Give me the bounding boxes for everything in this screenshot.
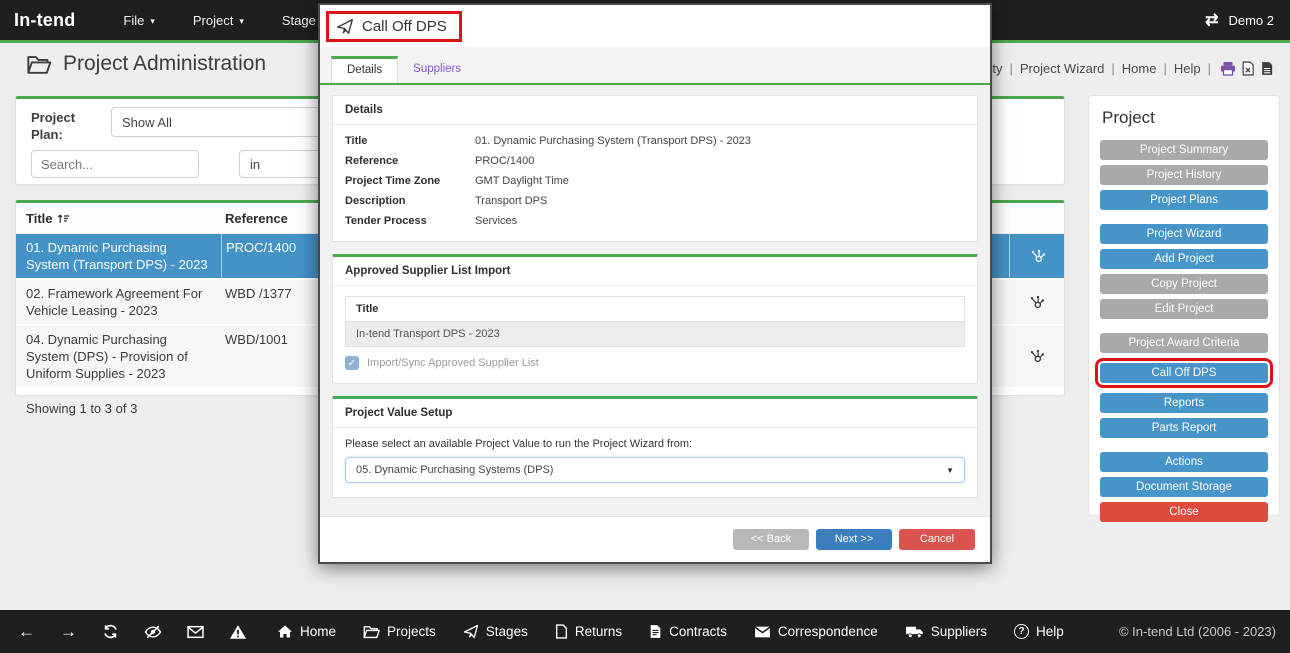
- folder-open-icon: [26, 53, 52, 75]
- help-icon: ?: [1014, 624, 1029, 639]
- contract-document-icon: [649, 624, 662, 639]
- mail-icon: [754, 625, 771, 639]
- supplier-network-icon[interactable]: [1029, 295, 1044, 310]
- call-off-dps-button[interactable]: Call Off DPS: [1100, 363, 1268, 383]
- details-section: Details Title 01. Dynamic Purchasing Sys…: [332, 95, 978, 242]
- nav-correspondence[interactable]: Correspondence: [754, 624, 878, 639]
- import-sync-option: ✓ Import/Sync Approved Supplier List: [345, 356, 965, 370]
- folder-open-icon: [363, 624, 380, 639]
- copyright-text: © In-tend Ltd (2006 - 2023): [1119, 624, 1276, 639]
- project-actions-panel: Project Project Summary Project History …: [1088, 95, 1280, 516]
- approved-supplier-list-section: Approved Supplier List Import Title In-t…: [332, 254, 978, 384]
- call-off-dps-dialog: Call Off DPS Details Suppliers Details T…: [318, 3, 992, 564]
- import-sync-label: Import/Sync Approved Supplier List: [367, 357, 539, 369]
- link-home[interactable]: Home: [1122, 61, 1157, 76]
- mail-icon[interactable]: [187, 625, 204, 639]
- field-reference: Reference PROC/1400: [345, 151, 965, 171]
- edit-project-button[interactable]: Edit Project: [1100, 299, 1268, 319]
- search-input[interactable]: [31, 150, 199, 178]
- truck-icon: [905, 624, 924, 639]
- project-wizard-button[interactable]: Project Wizard: [1100, 224, 1268, 244]
- back-button[interactable]: << Back: [733, 529, 809, 550]
- dialog-header: Call Off DPS: [320, 5, 990, 47]
- column-reference[interactable]: Reference: [221, 211, 321, 226]
- print-icon[interactable]: [1220, 61, 1236, 76]
- home-icon: [277, 624, 293, 639]
- project-plan-label: Project Plan:: [31, 109, 101, 143]
- nav-home[interactable]: Home: [277, 624, 336, 639]
- actions-button[interactable]: Actions: [1100, 452, 1268, 472]
- export-document-icon[interactable]: [1260, 61, 1274, 76]
- close-button[interactable]: Close: [1100, 502, 1268, 522]
- chevron-down-icon: ▾: [150, 16, 155, 27]
- field-title: Title 01. Dynamic Purchasing System (Tra…: [345, 131, 965, 151]
- nav-contracts[interactable]: Contracts: [649, 624, 727, 639]
- field-description: Description Transport DPS: [345, 191, 965, 211]
- asl-section-header: Approved Supplier List Import: [333, 257, 977, 286]
- copy-project-button[interactable]: Copy Project: [1100, 274, 1268, 294]
- nav-projects[interactable]: Projects: [363, 624, 436, 639]
- project-value-select[interactable]: 05. Dynamic Purchasing Systems (DPS) ▼: [345, 457, 965, 483]
- document-storage-button[interactable]: Document Storage: [1100, 477, 1268, 497]
- forward-icon[interactable]: →: [60, 623, 77, 640]
- application-window: In-tend File ▾ Project ▾ Stage ▾ Contrac…: [0, 0, 1290, 653]
- pvs-section-header: Project Value Setup: [333, 399, 977, 428]
- project-summary-button[interactable]: Project Summary: [1100, 140, 1268, 160]
- column-title[interactable]: Title: [16, 211, 221, 226]
- nav-returns[interactable]: Returns: [555, 624, 622, 639]
- supplier-network-icon[interactable]: [1030, 249, 1045, 264]
- details-section-header: Details: [333, 96, 977, 125]
- chevron-down-icon: ▾: [239, 16, 244, 27]
- supplier-network-icon[interactable]: [1029, 349, 1044, 364]
- asl-row[interactable]: In-tend Transport DPS - 2023: [345, 322, 965, 347]
- select-caret-icon: ▼: [946, 466, 954, 475]
- pvs-instruction: Please select an available Project Value…: [333, 428, 977, 455]
- tab-details[interactable]: Details: [331, 56, 398, 83]
- add-project-button[interactable]: Add Project: [1100, 249, 1268, 269]
- asl-column-title: Title: [345, 296, 965, 322]
- menu-project[interactable]: Project ▾: [193, 13, 244, 28]
- dialog-footer: << Back Next >> Cancel: [320, 516, 990, 562]
- dialog-tabs: Details Suppliers: [320, 47, 990, 85]
- tab-suppliers[interactable]: Suppliers: [398, 56, 476, 83]
- nav-stages[interactable]: Stages: [463, 624, 528, 639]
- next-button[interactable]: Next >>: [816, 529, 892, 550]
- account-area[interactable]: ⇄ Demo 2: [1205, 10, 1274, 30]
- page-title: Project Administration: [26, 52, 266, 76]
- document-icon: [555, 624, 568, 639]
- project-value-setup-section: Project Value Setup Please select an ava…: [332, 396, 978, 498]
- nav-suppliers[interactable]: Suppliers: [905, 624, 987, 639]
- project-award-criteria-button[interactable]: Project Award Criteria: [1100, 333, 1268, 353]
- dialog-body: Details Title 01. Dynamic Purchasing Sys…: [320, 85, 990, 498]
- menu-file[interactable]: File ▾: [123, 13, 154, 28]
- account-name: Demo 2: [1228, 13, 1274, 28]
- asl-table: Title In-tend Transport DPS - 2023: [345, 296, 965, 347]
- dialog-title-annotation: Call Off DPS: [326, 11, 462, 42]
- parts-report-button[interactable]: Parts Report: [1100, 418, 1268, 438]
- link-help[interactable]: Help: [1174, 61, 1201, 76]
- sidebar-title: Project: [1102, 108, 1268, 128]
- hide-eye-icon[interactable]: [144, 624, 162, 640]
- back-icon[interactable]: ←: [18, 623, 35, 640]
- reports-button[interactable]: Reports: [1100, 393, 1268, 413]
- import-sync-checkbox[interactable]: ✓: [345, 356, 359, 370]
- field-tender-process: Tender Process Services: [345, 211, 965, 231]
- project-plans-button[interactable]: Project Plans: [1100, 190, 1268, 210]
- paper-plane-icon: [463, 624, 479, 639]
- project-history-button[interactable]: Project History: [1100, 165, 1268, 185]
- field-time-zone: Project Time Zone GMT Daylight Time: [345, 171, 965, 191]
- sort-asc-icon[interactable]: [57, 212, 70, 225]
- switch-user-icon[interactable]: ⇄: [1205, 10, 1218, 30]
- app-logo: In-tend: [14, 10, 75, 31]
- export-excel-icon[interactable]: [1241, 61, 1255, 76]
- paper-plane-icon: [336, 18, 354, 35]
- dialog-title: Call Off DPS: [362, 18, 447, 35]
- refresh-icon[interactable]: [102, 623, 119, 640]
- bottom-toolbar: ← →: [0, 610, 1290, 653]
- link-project-wizard[interactable]: Project Wizard: [1020, 61, 1105, 76]
- alert-icon[interactable]: [229, 624, 247, 640]
- cancel-button[interactable]: Cancel: [899, 529, 975, 550]
- nav-help[interactable]: ? Help: [1014, 624, 1064, 639]
